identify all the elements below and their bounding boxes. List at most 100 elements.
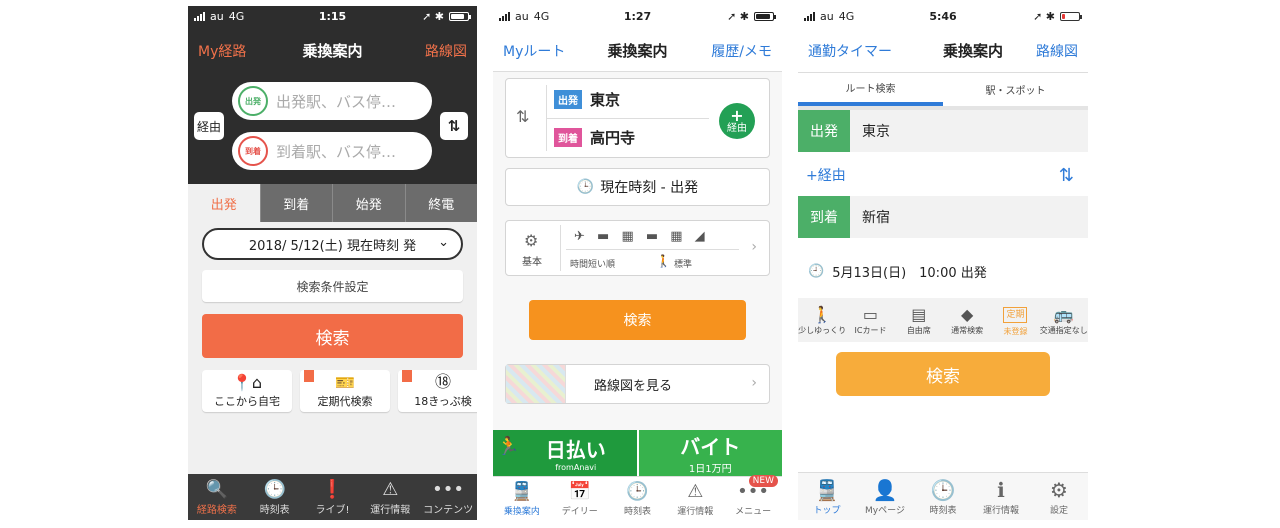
add-via-link[interactable]: +経由 <box>806 165 846 185</box>
option-label: 未登録 <box>1003 326 1028 336</box>
tab-my-page[interactable]: 👤 Myページ <box>856 473 914 520</box>
option-seat[interactable]: ▤ 自由席 <box>895 298 943 342</box>
tab-timetable[interactable]: 🕒 時刻表 <box>246 474 304 520</box>
to-row[interactable]: 到着 新宿 <box>798 196 1088 238</box>
tab-route-search[interactable]: 🔍 経路検索 <box>188 474 246 520</box>
chevron-right-icon: › <box>751 375 757 391</box>
swap-icon[interactable]: ⇅ <box>1059 165 1074 186</box>
ad-banner[interactable]: 🏃 日払い fromAnavi バイト 1日1万円 <box>493 430 782 476</box>
swap-icon[interactable]: ⇅ <box>516 107 529 126</box>
ticket-icon: 🎫 <box>335 373 355 392</box>
to-station-field[interactable]: 到着 高円寺 <box>554 127 635 148</box>
time-type-tabs: 出発 到着 始発 終電 <box>188 184 477 222</box>
more-icon: ••• <box>432 478 465 500</box>
date-select[interactable]: 2018/ 5/12(土) 現在時刻 発 ⌄ <box>202 228 463 260</box>
to-label: 到着 <box>798 196 850 238</box>
option-transport[interactable]: 🚌 交通指定なし <box>1040 298 1088 342</box>
search-button[interactable]: 検索 <box>202 314 463 358</box>
commuter-pass-icon: 定期 <box>1003 306 1028 323</box>
tab-timetable[interactable]: 🕒 時刻表 <box>609 477 667 520</box>
tab-station-spot[interactable]: 駅・スポット <box>943 73 1088 106</box>
time-button[interactable]: 🕒 現在時刻 - 出発 <box>505 168 770 206</box>
tab-live[interactable]: ❗ ライブ! <box>304 474 362 520</box>
tab-first-train[interactable]: 始発 <box>332 184 405 222</box>
add-via-button[interactable]: + 経由 <box>719 103 755 139</box>
status-bar: au 4G 1:15 ➚ ✱ <box>188 6 477 28</box>
ad-right-title: バイト <box>680 435 741 459</box>
bus-icon: 🚌 <box>1053 304 1074 324</box>
tab-label: Myページ <box>865 506 905 516</box>
to-station: 新宿 <box>862 210 890 226</box>
phone-screen-3: au 4G 5:46 ➚ ✱ 通勤タイマー 乗換案内 路線図 ルート検索 駅・スポ… <box>798 6 1088 520</box>
plus-icon: + <box>730 105 744 125</box>
tab-arrival[interactable]: 到着 <box>259 184 332 222</box>
location-bluetooth-icon: ➚ ✱ <box>727 10 749 23</box>
option-label: 通常検索 <box>951 325 984 335</box>
divider <box>566 249 739 250</box>
phone-screen-2: au 4G 1:27 ➚ ✱ Myルート 乗換案内 履歴/メモ ⇅ 出発 東京 到着… <box>493 6 782 520</box>
option-label: ICカード <box>854 325 887 335</box>
route-map-link[interactable]: 路線図 <box>425 41 467 61</box>
search-button[interactable]: 検索 <box>836 352 1050 396</box>
tab-label: 時刻表 <box>623 507 651 517</box>
option-search-type[interactable]: ◆ 通常検索 <box>943 298 991 342</box>
from-station-field[interactable]: 出発 東京 <box>554 89 620 110</box>
option-walk-speed[interactable]: 🚶 少しゆっくり <box>798 298 846 342</box>
tab-label: デイリー <box>561 507 598 517</box>
tab-label: ライブ! <box>315 504 350 516</box>
search-button[interactable]: 検索 <box>529 300 746 340</box>
date-value: 2018/ 5/12(土) 現在時刻 発 <box>248 238 417 254</box>
nav-bar: Myルート 乗換案内 履歴/メモ <box>493 28 782 72</box>
tab-transfer[interactable]: 🚆 乗換案内 <box>493 477 551 520</box>
tab-menu[interactable]: NEW ••• メニュー <box>724 475 782 520</box>
ad-right: バイト 1日1万円 <box>636 430 782 476</box>
status-bar: au 4G 1:27 ➚ ✱ <box>493 6 782 28</box>
tab-contents[interactable]: ••• コンテンツ <box>419 474 477 520</box>
seat-icon: ▤ <box>911 304 927 324</box>
home-route-button[interactable]: 📍⌂ ここから自宅 <box>202 370 292 412</box>
tab-departure[interactable]: 出発 <box>188 184 260 222</box>
tab-last-train[interactable]: 終電 <box>404 184 477 222</box>
seishun18-icon: ⑱ <box>434 372 451 391</box>
route-map-button[interactable]: 路線図を見る › <box>505 364 770 404</box>
route-map-label: 路線図を見る <box>594 378 673 394</box>
walk-icon: 🚶 <box>656 254 671 268</box>
route-map-link[interactable]: 路線図 <box>1036 41 1078 61</box>
via-row[interactable]: +経由 ⇅ <box>798 154 1088 196</box>
seishun18-button[interactable]: ⑱ 18きっぷ検 <box>398 370 477 412</box>
tab-route-search[interactable]: ルート検索 <box>798 73 943 106</box>
to-tag: 到着 <box>554 128 582 147</box>
to-station-input[interactable]: 到着 到着駅、バス停… <box>232 132 432 170</box>
from-label: 出発 <box>798 110 850 152</box>
from-row[interactable]: 出発 東京 <box>798 110 1088 152</box>
home-route-label: ここから自宅 <box>214 395 280 408</box>
date-row[interactable]: 🕘 5月13日(日) 10:00 出発 <box>798 250 1088 292</box>
tab-daily[interactable]: 📅 デイリー <box>551 477 609 520</box>
tab-top[interactable]: 🚆 トップ <box>798 473 856 520</box>
battery-icon <box>449 12 471 21</box>
option-label: 交通指定なし <box>1039 325 1088 335</box>
chevron-right-icon: › <box>751 239 757 255</box>
tab-service-info[interactable]: ℹ 運行情報 <box>972 473 1030 520</box>
option-commuter-pass[interactable]: 定期 未登録 <box>991 298 1039 342</box>
time-label: 現在時刻 - 出発 <box>600 180 699 196</box>
tab-timetable[interactable]: 🕒 時刻表 <box>914 473 972 520</box>
commuter-pass-button[interactable]: 🎫 定期代検索 <box>300 370 390 412</box>
to-placeholder: 到着駅、バス停… <box>276 142 397 161</box>
history-memo-link[interactable]: 履歴/メモ <box>711 41 772 61</box>
option-ic-card[interactable]: ▭ ICカード <box>846 298 894 342</box>
via-button[interactable]: 経由 <box>194 112 224 140</box>
tab-service-info[interactable]: ⚠ 運行情報 <box>361 474 419 520</box>
tab-bar: 🔍 経路検索 🕒 時刻表 ❗ ライブ! ⚠ 運行情報 ••• コンテンツ <box>188 474 477 520</box>
tab-settings[interactable]: ⚙ 設定 <box>1030 473 1088 520</box>
tab-label: 経路検索 <box>196 504 237 516</box>
tab-label: 時刻表 <box>259 504 290 516</box>
from-station: 東京 <box>862 124 890 140</box>
search-conditions-card[interactable]: ⚙ 基本 ✈ ▬ ▦ ▬ ▦ ◢ 時間短い順 🚶 標準 › <box>505 220 770 276</box>
route-map-thumbnail <box>506 365 566 403</box>
conditions-button[interactable]: 検索条件設定 <box>202 270 463 302</box>
swap-icon[interactable]: ⇅ <box>440 112 468 140</box>
tab-service-info[interactable]: ⚠ 運行情報 <box>666 477 724 520</box>
from-station-input[interactable]: 出発 出発駅、バス停… <box>232 82 432 120</box>
calendar-icon: 📅 <box>568 481 591 502</box>
